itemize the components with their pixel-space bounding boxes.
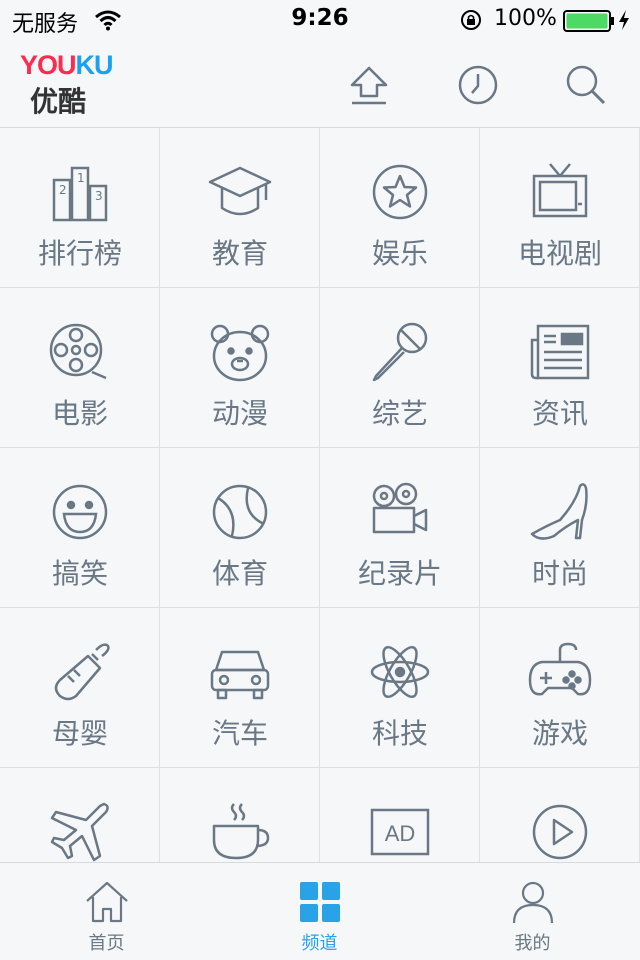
channel-ranking[interactable]: 2 1 3 排行榜 [0, 128, 160, 288]
upload-icon [350, 66, 388, 105]
ball-icon [212, 484, 268, 540]
tab-label: 首页 [88, 933, 125, 954]
channel-label: 综艺 [371, 397, 428, 430]
channel-label: 汽车 [211, 717, 268, 750]
channel-label: 排行榜 [37, 237, 122, 270]
channel-food[interactable] [160, 768, 320, 862]
channel-label: 游戏 [531, 717, 588, 750]
bear-icon [210, 324, 270, 382]
grid-icon [300, 882, 340, 922]
rotation-lock-icon [461, 10, 481, 30]
logo-brand: YOUKU [20, 50, 114, 80]
channel-sports[interactable]: 体育 [160, 448, 320, 608]
channel-tech[interactable]: 科技 [320, 608, 480, 768]
svg-text:AD: AD [385, 821, 416, 846]
channel-documentary[interactable]: 纪录片 [320, 448, 480, 608]
user-icon [512, 881, 554, 924]
channel-anime[interactable]: 动漫 [160, 288, 320, 448]
tv-icon [532, 163, 588, 218]
tab-channels[interactable]: 频道 [213, 863, 426, 960]
channel-tv[interactable]: 电视剧 [480, 128, 640, 288]
channel-label: 时尚 [531, 557, 588, 590]
tab-bar: 首页 频道 我的 [0, 862, 640, 960]
channel-movie[interactable]: 电影 [0, 288, 160, 448]
smiley-icon [52, 484, 108, 540]
battery-percent: 100% [494, 6, 557, 31]
channel-label: 动漫 [211, 397, 268, 430]
atom-icon [370, 645, 430, 699]
car-icon [210, 650, 270, 700]
channel-parenting[interactable]: 母婴 [0, 608, 160, 768]
channel-label: 娱乐 [371, 237, 428, 270]
graduation-cap-icon [208, 166, 272, 216]
video-camera-icon [372, 482, 428, 534]
nav-bar: YOUKU 优酷 [0, 40, 640, 128]
baby-bottle-icon [54, 643, 110, 701]
channel-fashion[interactable]: 时尚 [480, 448, 640, 608]
history-button[interactable] [455, 62, 501, 108]
channel-label: 资讯 [531, 397, 588, 430]
tab-label: 我的 [514, 933, 551, 954]
svg-text:2: 2 [59, 183, 67, 197]
channel-label: 教育 [211, 237, 268, 270]
star-icon [372, 164, 428, 220]
film-reel-icon [49, 323, 107, 380]
high-heel-icon [530, 483, 588, 540]
clock-icon [458, 65, 498, 105]
coffee-cup-icon [212, 803, 270, 860]
svg-text:3: 3 [95, 189, 103, 203]
channel-label: 科技 [371, 717, 428, 750]
airplane-icon [50, 802, 109, 862]
channel-entertainment[interactable]: 娱乐 [320, 128, 480, 288]
charging-bolt-icon [619, 10, 629, 30]
channel-travel[interactable] [0, 768, 160, 862]
channel-label: 体育 [211, 557, 268, 590]
gamepad-icon [528, 642, 592, 696]
tab-profile[interactable]: 我的 [426, 863, 639, 960]
search-button[interactable] [563, 62, 609, 108]
tab-label: 频道 [301, 933, 338, 954]
ranking-icon: 2 1 3 [52, 166, 108, 222]
channel-video[interactable] [480, 768, 640, 862]
channel-ad[interactable]: AD [320, 768, 480, 862]
channel-label: 母婴 [51, 717, 108, 750]
upload-button[interactable] [346, 62, 392, 108]
channel-variety[interactable]: 综艺 [320, 288, 480, 448]
channel-games[interactable]: 游戏 [480, 608, 640, 768]
channel-label: 电视剧 [517, 237, 602, 270]
channel-education[interactable]: 教育 [160, 128, 320, 288]
home-icon [86, 881, 128, 923]
youku-logo: YOUKU 优酷 [20, 50, 120, 118]
channel-label: 搞笑 [51, 557, 108, 590]
newspaper-icon [530, 324, 590, 380]
tab-home[interactable]: 首页 [0, 863, 213, 960]
svg-text:1: 1 [77, 171, 85, 185]
channel-label: 纪录片 [357, 557, 442, 590]
ad-icon: AD [370, 808, 430, 856]
channel-label: 电影 [51, 397, 108, 430]
channel-comedy[interactable]: 搞笑 [0, 448, 160, 608]
logo-cn: 优酷 [30, 85, 87, 118]
channel-auto[interactable]: 汽车 [160, 608, 320, 768]
battery-icon [563, 10, 614, 32]
channel-grid: 2 1 3 排行榜 教育 娱乐 电视剧 电影 动漫 综艺 资讯 搞笑 体育 纪录… [0, 128, 640, 862]
play-circle-icon [532, 804, 588, 860]
channel-news[interactable]: 资讯 [480, 288, 640, 448]
status-bar: 无服务 9:26 100% [0, 0, 640, 40]
search-icon [566, 65, 606, 105]
microphone-icon [372, 322, 428, 382]
